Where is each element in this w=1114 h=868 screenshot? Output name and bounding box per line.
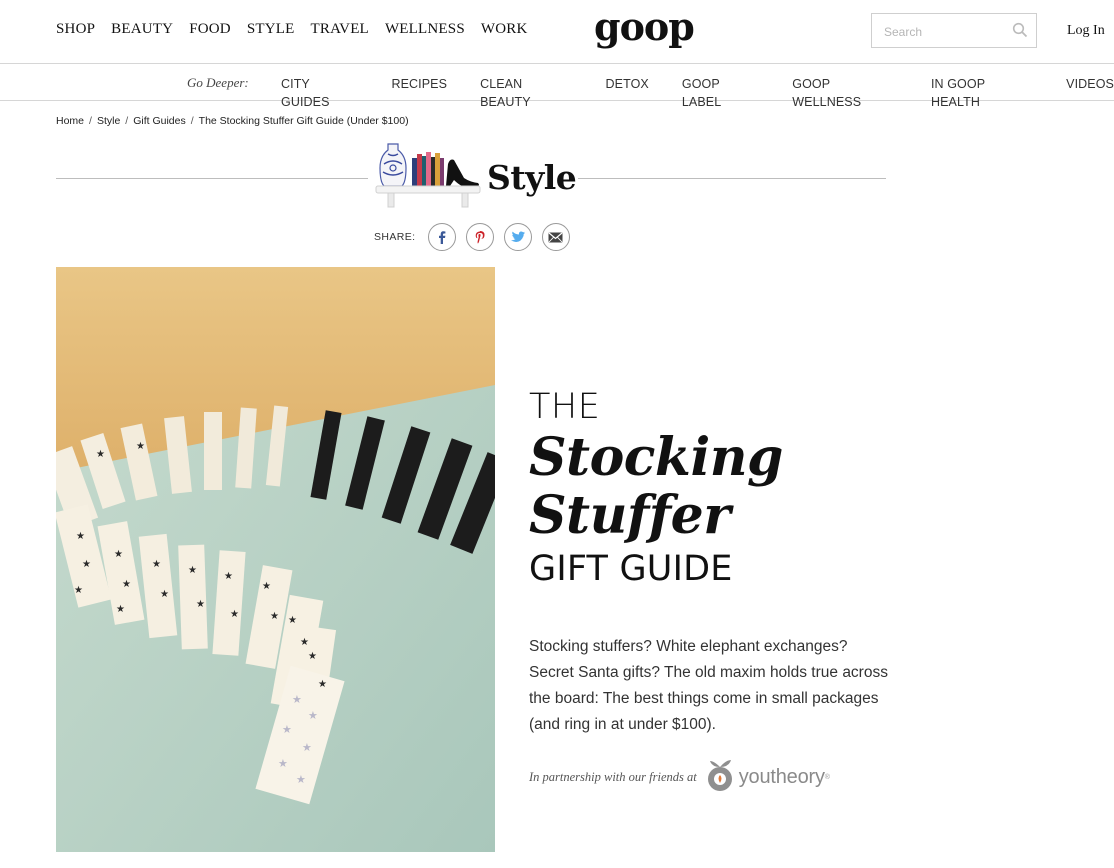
breadcrumb-separator: / <box>190 115 194 127</box>
svg-text:★: ★ <box>152 559 161 570</box>
svg-text:★: ★ <box>292 693 302 706</box>
svg-text:★: ★ <box>114 549 123 560</box>
facebook-icon[interactable] <box>427 223 456 251</box>
share-bar: SHARE: <box>374 223 570 251</box>
hero-title-stocking: Stocking <box>529 427 783 488</box>
breadcrumb-gift-guides[interactable]: Gift Guides <box>133 115 186 127</box>
svg-text:★: ★ <box>74 585 83 596</box>
login-link[interactable]: Log In <box>1067 23 1105 39</box>
hero-description: Stocking stuffers? White elephant exchan… <box>529 638 888 733</box>
main-nav: SHOP BEAUTY FOOD STYLE TRAVEL WELLNESS W… <box>56 21 528 38</box>
section-title[interactable]: Style <box>487 158 577 197</box>
subnav-clean-beauty[interactable]: CLEAN BEAUTY <box>480 77 531 109</box>
breadcrumb-style[interactable]: Style <box>97 115 120 127</box>
nav-travel[interactable]: TRAVEL <box>311 21 369 38</box>
hero-title: THE Stocking Stuffer GIFT GUIDE <box>529 385 909 591</box>
svg-text:★: ★ <box>76 531 85 542</box>
hero-title-the: THE <box>529 387 601 427</box>
svg-text:★: ★ <box>278 757 288 770</box>
twitter-icon[interactable] <box>503 223 532 251</box>
nav-work[interactable]: WORK <box>481 21 528 38</box>
breadcrumb-current: The Stocking Stuffer Gift Guide (Under $… <box>198 115 409 127</box>
svg-text:★: ★ <box>224 571 233 582</box>
section-header: Style <box>56 140 886 215</box>
partner-name: youtheory <box>738 766 825 788</box>
subnav-in-goop-health[interactable]: IN GOOP HEALTH <box>931 77 985 109</box>
bookshelf-icon <box>374 140 484 217</box>
hero-image-dominoes: ★ ★ ★ ★ ★ ★ ★ ★ ★ ★ ★ ★ ★ ★ ★ ★ ★ ★ ★ ★ ★ ★ ★ ★ ★ ★ <box>56 267 495 852</box>
subnav-detox[interactable]: DETOX <box>606 77 649 91</box>
breadcrumb-separator: / <box>89 115 92 127</box>
subnav-recipes[interactable]: RECIPES <box>391 77 447 91</box>
partner-logo[interactable]: youtheory ® <box>705 757 830 798</box>
nav-shop[interactable]: SHOP <box>56 21 95 38</box>
divider-right <box>578 178 886 179</box>
partner-text: In partnership with our friends at <box>529 770 697 784</box>
sub-nav-list: CITY GUIDES RECIPES CLEAN BEAUTY DETOX G… <box>281 75 1114 111</box>
hero-title-gift-guide: GIFT GUIDE <box>529 549 733 589</box>
svg-text:★: ★ <box>300 637 309 648</box>
svg-text:★: ★ <box>262 581 271 592</box>
partner-credit: In partnership with our friends at youth… <box>529 757 830 798</box>
search-input[interactable] <box>882 14 1006 49</box>
site-logo[interactable]: goop <box>594 4 695 49</box>
breadcrumb-home[interactable]: Home <box>56 115 84 127</box>
svg-text:★: ★ <box>296 773 306 786</box>
svg-text:★: ★ <box>302 741 312 754</box>
nav-food[interactable]: FOOD <box>189 21 231 38</box>
svg-text:★: ★ <box>188 565 197 576</box>
subnav-goop-label[interactable]: GOOP LABEL <box>682 77 721 109</box>
svg-text:★: ★ <box>288 615 297 626</box>
svg-text:★: ★ <box>160 589 169 600</box>
svg-text:★: ★ <box>308 709 318 722</box>
svg-text:★: ★ <box>82 559 91 570</box>
email-icon[interactable] <box>541 223 570 251</box>
partner-trademark: ® <box>824 774 830 781</box>
svg-text:★: ★ <box>136 441 145 452</box>
svg-text:★: ★ <box>96 449 105 460</box>
svg-text:★: ★ <box>308 651 317 662</box>
youtheory-logo-icon <box>705 757 735 798</box>
svg-text:★: ★ <box>270 611 279 622</box>
svg-text:★: ★ <box>122 579 131 590</box>
top-header: SHOP BEAUTY FOOD STYLE TRAVEL WELLNESS W… <box>0 0 1114 64</box>
divider-left <box>56 178 368 179</box>
search-box[interactable] <box>871 13 1037 49</box>
breadcrumb: Home / Style / Gift Guides / The Stocking Stuf… <box>56 115 409 127</box>
go-deeper-label: Go Deeper: <box>187 75 249 90</box>
svg-text:★: ★ <box>230 609 239 620</box>
breadcrumb-separator: / <box>125 115 129 127</box>
subnav-city-guides[interactable]: CITY GUIDES <box>281 77 330 109</box>
svg-text:★: ★ <box>282 723 292 736</box>
share-label: SHARE: <box>374 231 416 243</box>
svg-text:★: ★ <box>116 604 125 615</box>
nav-wellness[interactable]: WELLNESS <box>385 21 465 38</box>
subnav-goop-wellness[interactable]: GOOP WELLNESS <box>792 77 861 109</box>
pinterest-icon[interactable] <box>465 223 494 251</box>
nav-beauty[interactable]: BEAUTY <box>111 21 173 38</box>
nav-style[interactable]: STYLE <box>247 21 295 38</box>
svg-text:★: ★ <box>196 599 205 610</box>
svg-text:★: ★ <box>318 679 327 690</box>
subnav-videos[interactable]: VIDEOS <box>1066 77 1114 91</box>
sub-nav: Go Deeper: CITY GUIDES RECIPES CLEAN BEA… <box>0 64 1114 109</box>
hero-title-stuffer: Stuffer <box>529 485 731 546</box>
search-icon[interactable] <box>1012 22 1028 43</box>
